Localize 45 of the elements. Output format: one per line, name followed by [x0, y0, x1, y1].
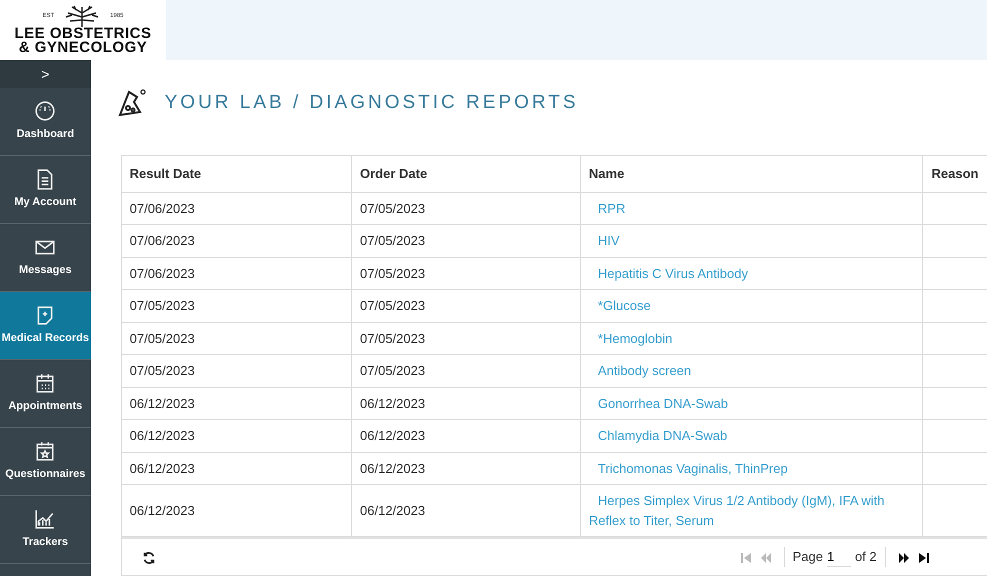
- report-link[interactable]: Trichomonas Vaginalis, ThinPrep: [588, 458, 914, 478]
- table-cell: 07/05/2023: [352, 354, 580, 387]
- logo-text: & GYNECOLOGY: [18, 41, 148, 55]
- logo-text: LEE OBSTETRICS: [14, 27, 152, 41]
- report-link[interactable]: Gonorrhea DNA-Swab: [588, 394, 914, 413]
- table-cell: 07/05/2023: [352, 224, 580, 257]
- report-link[interactable]: HIV: [588, 231, 914, 250]
- table-cell: 07/05/2023: [352, 257, 580, 290]
- report-link[interactable]: Hepatitis C Virus Antibody: [588, 264, 914, 283]
- column-header: Order Date: [352, 156, 580, 192]
- table-cell: 06/12/2023: [352, 484, 580, 536]
- page-title: YOUR LAB / DIAGNOSTIC REPORTS: [164, 90, 579, 115]
- column-header: Reason: [922, 156, 987, 192]
- table-cell: 07/05/2023: [352, 290, 580, 322]
- report-link[interactable]: Herpes Simplex Virus 1/2 Antibody (IgM), IFA with Reflex to Titer, Serum: [588, 491, 914, 530]
- table-cell: 07/06/2023: [122, 257, 352, 290]
- table-cell: 07/05/2023: [122, 290, 352, 322]
- table-cell: 07/05/2023: [352, 192, 580, 224]
- table-cell: 07/06/2023: [122, 224, 352, 257]
- page-count: of 2: [854, 548, 877, 566]
- table-cell: 07/06/2023: [122, 192, 352, 224]
- report-link[interactable]: Antibody screen: [588, 361, 914, 380]
- table-cell: 06/12/2023: [352, 420, 580, 452]
- table-cell: 07/05/2023: [352, 322, 580, 354]
- calendar-icon: [34, 372, 56, 394]
- table-cell: 06/12/2023: [352, 452, 580, 484]
- table-cell: 07/05/2023: [122, 322, 352, 354]
- sidebar-toggle[interactable]: >: [0, 60, 91, 88]
- chart-icon: [34, 508, 56, 530]
- table-cell: 07/05/2023: [122, 354, 352, 387]
- table-cell: 06/12/2023: [122, 484, 352, 536]
- table-cell: 06/12/2023: [122, 387, 352, 420]
- sidebar-item[interactable]: Medical Records: [0, 292, 91, 360]
- table-cell: 06/12/2023: [122, 420, 352, 452]
- report-link[interactable]: *Hemoglobin: [588, 328, 914, 348]
- report-link[interactable]: *Glucose: [588, 296, 914, 316]
- gauge-icon: [34, 100, 56, 122]
- table-cell: 06/12/2023: [352, 387, 580, 420]
- page-label: Page: [792, 548, 823, 566]
- report-link[interactable]: Chlamydia DNA-Swab: [588, 426, 914, 446]
- report-link[interactable]: RPR: [588, 198, 914, 218]
- column-header: Name: [580, 156, 923, 192]
- star-calendar-icon: [34, 440, 56, 462]
- table-cell: 06/12/2023: [122, 452, 352, 484]
- column-header: Result Date: [122, 156, 352, 192]
